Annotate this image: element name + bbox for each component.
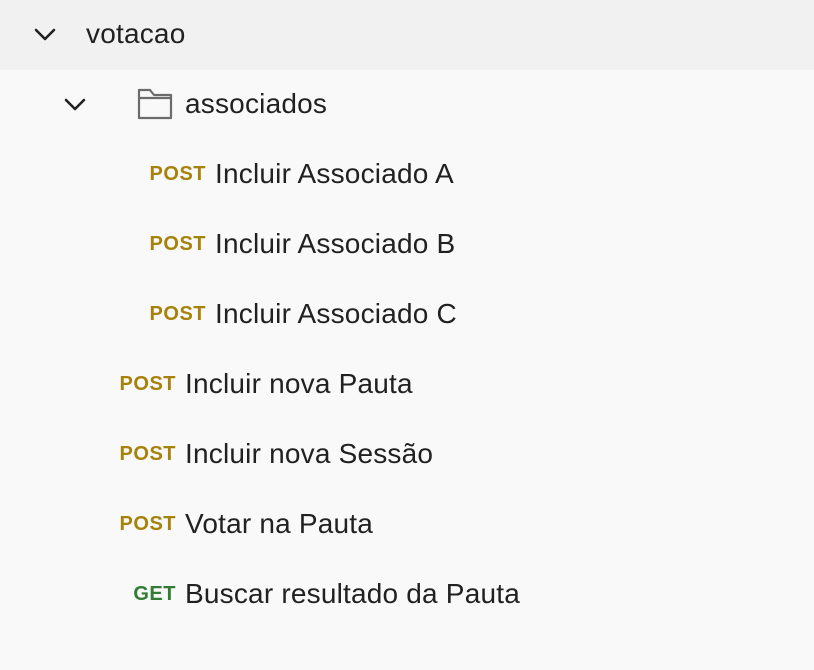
request-name: Incluir Associado B	[215, 228, 456, 259]
folder-name: associados	[185, 88, 328, 119]
request-row[interactable]: POST Incluir Associado B	[0, 210, 814, 280]
request-name: Incluir nova Sessão	[185, 438, 434, 469]
collection-name: votacao	[86, 18, 186, 49]
method-badge: POST	[119, 443, 176, 465]
request-name: Buscar resultado da Pauta	[185, 578, 520, 609]
method-badge: POST	[149, 233, 206, 255]
request-row[interactable]: POST Votar na Pauta	[0, 490, 814, 560]
request-name: Votar na Pauta	[185, 508, 374, 539]
request-row[interactable]: POST Incluir nova Sessão	[0, 420, 814, 490]
method-badge: GET	[133, 583, 176, 605]
collection-tree: votacao associados POST Incluir Associad…	[0, 0, 814, 670]
method-badge: POST	[119, 373, 176, 395]
request-name: Incluir Associado C	[215, 298, 457, 329]
folder-icon	[137, 88, 173, 120]
method-badge: POST	[149, 303, 206, 325]
request-name: Incluir Associado A	[215, 158, 454, 189]
method-badge: POST	[119, 513, 176, 535]
request-name: Incluir nova Pauta	[185, 368, 413, 399]
collection-row-votacao[interactable]: votacao	[0, 0, 814, 70]
request-row[interactable]: POST Incluir Associado A	[0, 140, 814, 210]
chevron-down-icon[interactable]	[63, 92, 87, 116]
chevron-down-icon[interactable]	[33, 22, 57, 46]
request-row[interactable]: POST Incluir nova Pauta	[0, 350, 814, 420]
request-row[interactable]: GET Buscar resultado da Pauta	[0, 560, 814, 630]
folder-row-associados[interactable]: associados	[0, 70, 814, 140]
request-row[interactable]: POST Incluir Associado C	[0, 280, 814, 350]
method-badge: POST	[149, 163, 206, 185]
